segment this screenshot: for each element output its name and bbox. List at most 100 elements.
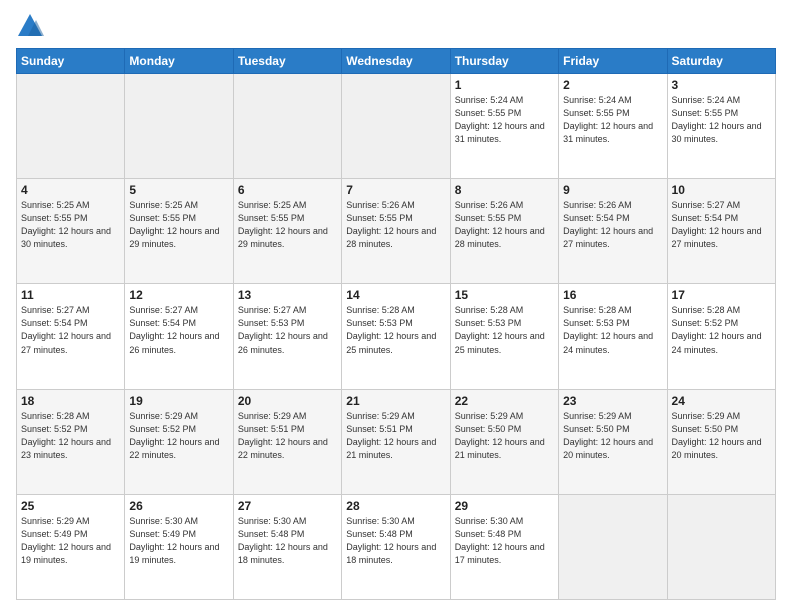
day-number: 22: [455, 394, 554, 408]
day-info: Sunrise: 5:29 AMSunset: 5:51 PMDaylight:…: [346, 410, 445, 462]
day-number: 13: [238, 288, 337, 302]
day-number: 26: [129, 499, 228, 513]
calendar-header-row: SundayMondayTuesdayWednesdayThursdayFrid…: [17, 49, 776, 74]
calendar-cell: 29 Sunrise: 5:30 AMSunset: 5:48 PMDayligh…: [450, 494, 558, 599]
day-number: 2: [563, 78, 662, 92]
calendar-cell: 20 Sunrise: 5:29 AMSunset: 5:51 PMDayligh…: [233, 389, 341, 494]
calendar-cell: 26 Sunrise: 5:30 AMSunset: 5:49 PMDayligh…: [125, 494, 233, 599]
day-number: 20: [238, 394, 337, 408]
day-number: 23: [563, 394, 662, 408]
day-number: 24: [672, 394, 771, 408]
day-info: Sunrise: 5:24 AMSunset: 5:55 PMDaylight:…: [672, 94, 771, 146]
day-number: 7: [346, 183, 445, 197]
day-number: 29: [455, 499, 554, 513]
calendar-cell: 14 Sunrise: 5:28 AMSunset: 5:53 PMDayligh…: [342, 284, 450, 389]
day-info: Sunrise: 5:30 AMSunset: 5:48 PMDaylight:…: [238, 515, 337, 567]
calendar-cell: 24 Sunrise: 5:29 AMSunset: 5:50 PMDayligh…: [667, 389, 775, 494]
day-info: Sunrise: 5:29 AMSunset: 5:51 PMDaylight:…: [238, 410, 337, 462]
day-number: 16: [563, 288, 662, 302]
calendar-cell: 17 Sunrise: 5:28 AMSunset: 5:52 PMDayligh…: [667, 284, 775, 389]
day-info: Sunrise: 5:28 AMSunset: 5:53 PMDaylight:…: [346, 304, 445, 356]
day-info: Sunrise: 5:28 AMSunset: 5:52 PMDaylight:…: [21, 410, 120, 462]
logo: [16, 12, 48, 40]
day-info: Sunrise: 5:27 AMSunset: 5:53 PMDaylight:…: [238, 304, 337, 356]
day-number: 9: [563, 183, 662, 197]
calendar-cell: [233, 74, 341, 179]
day-number: 12: [129, 288, 228, 302]
day-info: Sunrise: 5:30 AMSunset: 5:49 PMDaylight:…: [129, 515, 228, 567]
day-info: Sunrise: 5:29 AMSunset: 5:50 PMDaylight:…: [672, 410, 771, 462]
calendar-cell: 1 Sunrise: 5:24 AMSunset: 5:55 PMDaylight…: [450, 74, 558, 179]
day-info: Sunrise: 5:29 AMSunset: 5:50 PMDaylight:…: [563, 410, 662, 462]
calendar-cell: 16Sunrise: 5:28 AMSunset: 5:53 PMDayligh…: [559, 284, 667, 389]
day-info: Sunrise: 5:24 AMSunset: 5:55 PMDaylight:…: [455, 94, 554, 146]
day-number: 28: [346, 499, 445, 513]
weekday-header-monday: Monday: [125, 49, 233, 74]
day-number: 17: [672, 288, 771, 302]
calendar-cell: 11 Sunrise: 5:27 AMSunset: 5:54 PMDayligh…: [17, 284, 125, 389]
day-info: Sunrise: 5:29 AMSunset: 5:52 PMDaylight:…: [129, 410, 228, 462]
calendar-cell: 28 Sunrise: 5:30 AMSunset: 5:48 PMDayligh…: [342, 494, 450, 599]
calendar: SundayMondayTuesdayWednesdayThursdayFrid…: [16, 48, 776, 600]
calendar-cell: [342, 74, 450, 179]
weekday-header-friday: Friday: [559, 49, 667, 74]
day-number: 3: [672, 78, 771, 92]
calendar-week-2: 4 Sunrise: 5:25 AMSunset: 5:55 PMDaylight…: [17, 179, 776, 284]
day-info: Sunrise: 5:30 AMSunset: 5:48 PMDaylight:…: [346, 515, 445, 567]
day-number: 14: [346, 288, 445, 302]
day-number: 5: [129, 183, 228, 197]
calendar-cell: [125, 74, 233, 179]
day-info: Sunrise: 5:30 AMSunset: 5:48 PMDaylight:…: [455, 515, 554, 567]
day-info: Sunrise: 5:24 AMSunset: 5:55 PMDaylight:…: [563, 94, 662, 146]
calendar-cell: 7 Sunrise: 5:26 AMSunset: 5:55 PMDaylight…: [342, 179, 450, 284]
day-info: Sunrise: 5:27 AMSunset: 5:54 PMDaylight:…: [21, 304, 120, 356]
calendar-cell: [559, 494, 667, 599]
day-number: 11: [21, 288, 120, 302]
calendar-cell: 12Sunrise: 5:27 AMSunset: 5:54 PMDayligh…: [125, 284, 233, 389]
calendar-cell: 6 Sunrise: 5:25 AMSunset: 5:55 PMDaylight…: [233, 179, 341, 284]
page: SundayMondayTuesdayWednesdayThursdayFrid…: [0, 0, 792, 612]
calendar-cell: 8Sunrise: 5:26 AMSunset: 5:55 PMDaylight…: [450, 179, 558, 284]
calendar-cell: 4 Sunrise: 5:25 AMSunset: 5:55 PMDaylight…: [17, 179, 125, 284]
calendar-cell: 5 Sunrise: 5:25 AMSunset: 5:55 PMDaylight…: [125, 179, 233, 284]
calendar-cell: 25Sunrise: 5:29 AMSunset: 5:49 PMDayligh…: [17, 494, 125, 599]
day-number: 4: [21, 183, 120, 197]
day-number: 15: [455, 288, 554, 302]
day-info: Sunrise: 5:26 AMSunset: 5:55 PMDaylight:…: [346, 199, 445, 251]
day-number: 1: [455, 78, 554, 92]
calendar-cell: 2 Sunrise: 5:24 AMSunset: 5:55 PMDaylight…: [559, 74, 667, 179]
calendar-cell: [667, 494, 775, 599]
weekday-header-saturday: Saturday: [667, 49, 775, 74]
calendar-cell: 27Sunrise: 5:30 AMSunset: 5:48 PMDayligh…: [233, 494, 341, 599]
calendar-week-1: 1 Sunrise: 5:24 AMSunset: 5:55 PMDaylight…: [17, 74, 776, 179]
weekday-header-tuesday: Tuesday: [233, 49, 341, 74]
calendar-cell: 19 Sunrise: 5:29 AMSunset: 5:52 PMDayligh…: [125, 389, 233, 494]
calendar-week-3: 11 Sunrise: 5:27 AMSunset: 5:54 PMDayligh…: [17, 284, 776, 389]
day-info: Sunrise: 5:27 AMSunset: 5:54 PMDaylight:…: [672, 199, 771, 251]
calendar-cell: 10 Sunrise: 5:27 AMSunset: 5:54 PMDayligh…: [667, 179, 775, 284]
calendar-cell: 15 Sunrise: 5:28 AMSunset: 5:53 PMDayligh…: [450, 284, 558, 389]
day-number: 18: [21, 394, 120, 408]
day-number: 10: [672, 183, 771, 197]
day-number: 21: [346, 394, 445, 408]
calendar-cell: 22 Sunrise: 5:29 AMSunset: 5:50 PMDayligh…: [450, 389, 558, 494]
header: [16, 12, 776, 40]
day-info: Sunrise: 5:28 AMSunset: 5:52 PMDaylight:…: [672, 304, 771, 356]
day-number: 25: [21, 499, 120, 513]
calendar-cell: 18 Sunrise: 5:28 AMSunset: 5:52 PMDayligh…: [17, 389, 125, 494]
day-info: Sunrise: 5:25 AMSunset: 5:55 PMDaylight:…: [21, 199, 120, 251]
weekday-header-wednesday: Wednesday: [342, 49, 450, 74]
day-number: 19: [129, 394, 228, 408]
day-info: Sunrise: 5:25 AMSunset: 5:55 PMDaylight:…: [238, 199, 337, 251]
day-number: 6: [238, 183, 337, 197]
calendar-cell: 9 Sunrise: 5:26 AMSunset: 5:54 PMDaylight…: [559, 179, 667, 284]
day-info: Sunrise: 5:29 AMSunset: 5:50 PMDaylight:…: [455, 410, 554, 462]
calendar-cell: 13 Sunrise: 5:27 AMSunset: 5:53 PMDayligh…: [233, 284, 341, 389]
calendar-week-4: 18 Sunrise: 5:28 AMSunset: 5:52 PMDayligh…: [17, 389, 776, 494]
day-info: Sunrise: 5:26 AMSunset: 5:54 PMDaylight:…: [563, 199, 662, 251]
day-number: 8: [455, 183, 554, 197]
logo-icon: [16, 12, 44, 40]
day-info: Sunrise: 5:25 AMSunset: 5:55 PMDaylight:…: [129, 199, 228, 251]
day-info: Sunrise: 5:28 AMSunset: 5:53 PMDaylight:…: [455, 304, 554, 356]
calendar-week-5: 25Sunrise: 5:29 AMSunset: 5:49 PMDayligh…: [17, 494, 776, 599]
